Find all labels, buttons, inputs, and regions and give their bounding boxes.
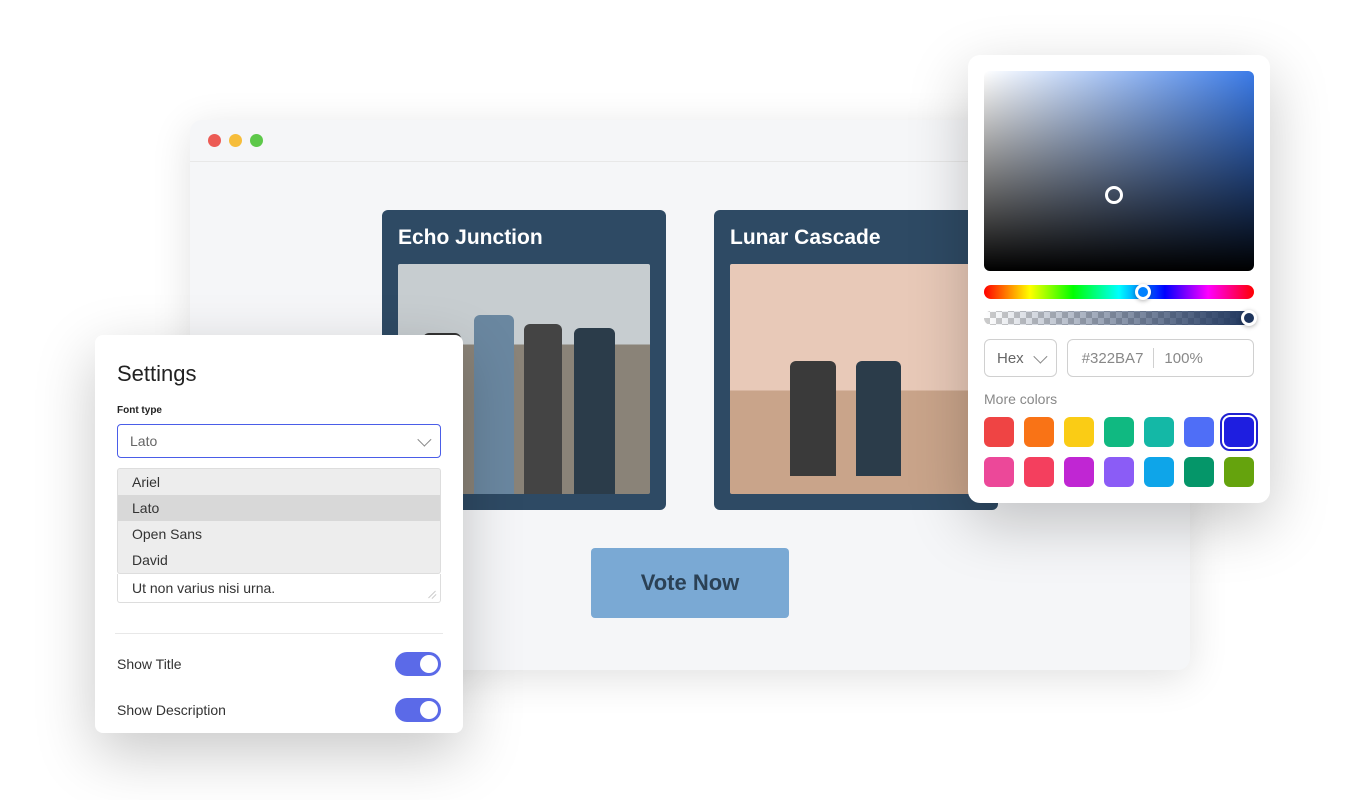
window-maximize-icon[interactable] bbox=[250, 134, 263, 147]
color-swatch[interactable] bbox=[1024, 457, 1054, 487]
hue-slider[interactable] bbox=[984, 285, 1254, 299]
description-textarea[interactable]: Ut non varius nisi urna. bbox=[117, 574, 441, 603]
hue-slider-thumb[interactable] bbox=[1135, 284, 1151, 300]
textarea-value: Ut non varius nisi urna. bbox=[132, 580, 275, 596]
divider bbox=[115, 633, 443, 634]
color-format-select[interactable]: Hex bbox=[984, 339, 1057, 377]
chevron-down-icon bbox=[417, 433, 431, 447]
alpha-slider[interactable] bbox=[984, 311, 1254, 325]
font-type-label: Font type bbox=[117, 405, 441, 416]
window-minimize-icon[interactable] bbox=[229, 134, 242, 147]
color-swatch[interactable] bbox=[1064, 417, 1094, 447]
color-swatch[interactable] bbox=[1184, 457, 1214, 487]
color-swatch[interactable] bbox=[1144, 457, 1174, 487]
alpha-slider-thumb[interactable] bbox=[1241, 310, 1257, 326]
color-picker-panel: Hex #322BA7 100% More colors bbox=[968, 55, 1270, 503]
color-swatch[interactable] bbox=[1104, 417, 1134, 447]
toggle-row-show-description: Show Description bbox=[117, 698, 441, 722]
show-title-toggle[interactable] bbox=[395, 652, 441, 676]
settings-title: Settings bbox=[117, 361, 441, 387]
toggle-row-show-title: Show Title bbox=[117, 652, 441, 676]
font-option[interactable]: David bbox=[118, 547, 440, 573]
color-swatch[interactable] bbox=[1024, 417, 1054, 447]
color-swatch[interactable] bbox=[984, 457, 1014, 487]
opacity-value: 100% bbox=[1164, 350, 1202, 367]
gradient-cursor[interactable] bbox=[1105, 186, 1123, 204]
hex-input[interactable]: #322BA7 100% bbox=[1067, 339, 1254, 377]
font-type-selected-value: Lato bbox=[130, 433, 157, 449]
font-option[interactable]: Open Sans bbox=[118, 521, 440, 547]
font-option[interactable]: Ariel bbox=[118, 469, 440, 495]
vote-now-button[interactable]: Vote Now bbox=[591, 548, 790, 618]
color-swatch[interactable] bbox=[984, 417, 1014, 447]
card-title: Lunar Cascade bbox=[730, 226, 982, 250]
chevron-down-icon bbox=[1033, 350, 1047, 364]
settings-panel: Settings Font type Lato Ariel Lato Open … bbox=[95, 335, 463, 733]
more-colors-label: More colors bbox=[984, 391, 1254, 407]
color-swatch[interactable] bbox=[1224, 457, 1254, 487]
show-description-toggle[interactable] bbox=[395, 698, 441, 722]
color-format-value: Hex bbox=[997, 350, 1024, 367]
color-swatch[interactable] bbox=[1224, 417, 1254, 447]
color-input-row: Hex #322BA7 100% bbox=[984, 339, 1254, 377]
color-swatch-grid bbox=[984, 417, 1254, 487]
color-gradient-area[interactable] bbox=[984, 71, 1254, 271]
card-title: Echo Junction bbox=[398, 226, 650, 250]
color-swatch[interactable] bbox=[1064, 457, 1094, 487]
color-swatch[interactable] bbox=[1184, 417, 1214, 447]
font-type-select[interactable]: Lato bbox=[117, 424, 441, 458]
input-divider bbox=[1153, 348, 1154, 368]
color-swatch[interactable] bbox=[1104, 457, 1134, 487]
toggle-label: Show Title bbox=[117, 656, 182, 672]
toggle-knob bbox=[420, 701, 438, 719]
window-close-icon[interactable] bbox=[208, 134, 221, 147]
card-image bbox=[730, 264, 982, 494]
toggle-label: Show Description bbox=[117, 702, 226, 718]
resize-handle-icon[interactable] bbox=[426, 588, 436, 598]
font-dropdown-list: Ariel Lato Open Sans David bbox=[117, 468, 441, 574]
hex-value: #322BA7 bbox=[1082, 350, 1144, 367]
font-option[interactable]: Lato bbox=[118, 495, 440, 521]
toggle-knob bbox=[420, 655, 438, 673]
vote-card[interactable]: Lunar Cascade bbox=[714, 210, 998, 510]
color-swatch[interactable] bbox=[1144, 417, 1174, 447]
